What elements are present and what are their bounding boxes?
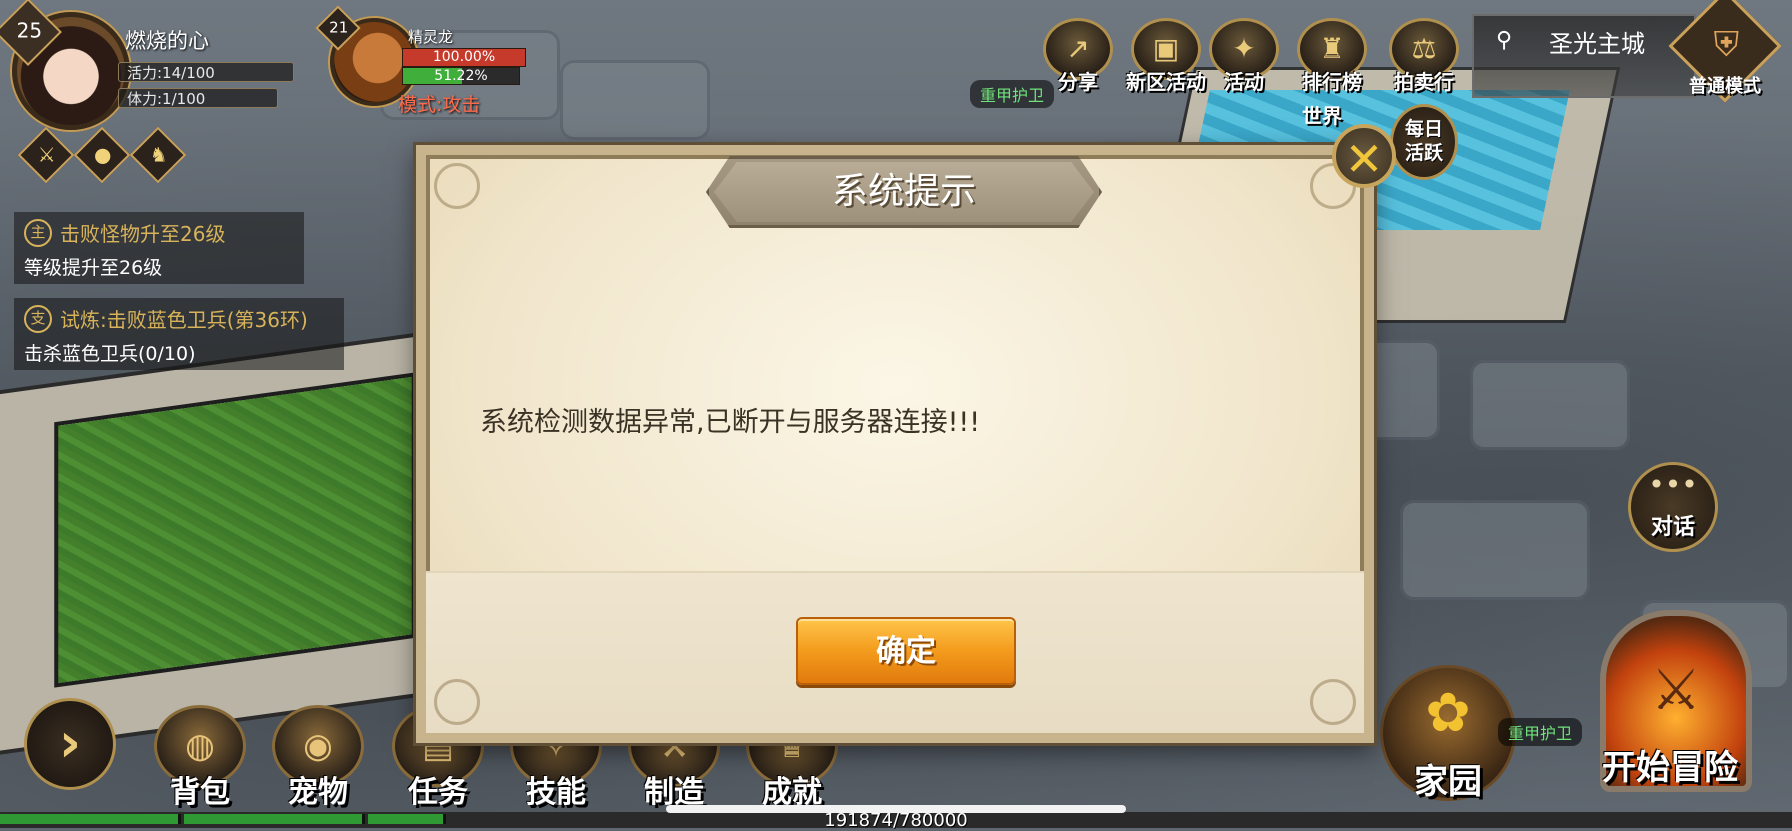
chevron-right-icon: ›	[58, 711, 82, 774]
events-button[interactable]: ✦ 活动	[1208, 18, 1280, 95]
vitality-bar: 活力:14/100	[118, 62, 294, 82]
expand-menu-button[interactable]: ›	[24, 698, 116, 790]
ranking-label: 排行榜	[1302, 70, 1362, 94]
new-server-event-button[interactable]: ▣ 新区活动	[1124, 18, 1208, 95]
difficulty-mode-button[interactable]: ⛨ 普通模式	[1668, 0, 1782, 104]
daily-activity-label-1: 每日	[1404, 118, 1443, 140]
daily-activity-label-2: 活跃	[1404, 142, 1443, 164]
location-name: 圣光主城	[1549, 30, 1645, 58]
home-label: 家园	[1414, 762, 1482, 802]
pet-level: 21	[329, 18, 349, 37]
confirm-button[interactable]: 确定	[796, 617, 1016, 685]
share-button[interactable]: ↗ 分享	[1042, 18, 1114, 95]
auction-label: 拍卖行	[1394, 70, 1454, 94]
player-name: 燃烧的心	[125, 29, 209, 53]
new-server-event-label: 新区活动	[1126, 70, 1206, 94]
auction-button[interactable]: ⚖ 拍卖行	[1388, 18, 1460, 95]
player-level: 25	[16, 18, 43, 43]
close-icon: ✕	[1344, 132, 1384, 186]
task-label: 任务	[408, 775, 468, 810]
ranking-button[interactable]: ♜ 排行榜	[1296, 18, 1368, 95]
difficulty-mode-label: 普通模式	[1689, 76, 1761, 97]
bag-button[interactable]: ◍ 背包	[148, 705, 252, 811]
paving-stone	[560, 60, 710, 140]
pet-xp-text: 51.22%	[434, 68, 488, 84]
dialog-message: 系统检测数据异常,已断开与服务器连接!!!	[480, 407, 981, 438]
world-button[interactable]: 世界	[1302, 100, 1342, 129]
ornament-icon	[434, 163, 480, 209]
home-indicator[interactable]	[666, 805, 1126, 813]
quest-branch-tag: 支	[24, 304, 52, 333]
paving-stone	[1470, 360, 1630, 450]
location-pin-icon: ⚲	[1496, 28, 1513, 53]
events-label: 活动	[1224, 70, 1264, 94]
daily-activity-button[interactable]: 每日 活跃	[1390, 104, 1458, 180]
pet-menu-label: 宠物	[288, 775, 348, 810]
home-button[interactable]: ✿ 家园	[1380, 665, 1516, 802]
location-panel[interactable]: ⚲ 圣光主城	[1472, 14, 1696, 98]
chat-label: 对话	[1650, 515, 1695, 540]
start-adventure-label: 开始冒险	[1602, 748, 1738, 788]
start-adventure-button[interactable]: ⚔ 开始冒险	[1580, 590, 1760, 800]
quest-main-desc: 等级提升至26级	[24, 257, 163, 279]
quest-branch-title: 试炼:击败蓝色卫兵(第36环)	[60, 308, 308, 332]
stamina-bar: 体力:1/100	[118, 88, 278, 108]
grass-planter	[58, 376, 412, 684]
paving-stone	[1400, 500, 1590, 600]
chat-button[interactable]: ••• 对话	[1628, 462, 1718, 552]
quest-main-tag: 主	[24, 218, 52, 247]
share-label: 分享	[1058, 70, 1098, 94]
pet-mode[interactable]: 模式:攻击	[398, 90, 480, 117]
quest-branch-desc: 击杀蓝色卫兵(0/10)	[24, 343, 196, 365]
dialog-title: 系统提示	[831, 171, 976, 212]
pet-hp-bar: 100.00%	[402, 48, 526, 67]
sunflower-icon: ✿	[1425, 681, 1471, 744]
speech-bubble-icon: •••	[1648, 468, 1698, 501]
pet-menu-button[interactable]: ◉ 宠物	[266, 705, 370, 811]
skill-label: 技能	[526, 775, 586, 810]
quest-main-title: 击败怪物升至26级	[60, 222, 226, 246]
ornament-icon	[434, 679, 480, 725]
experience-bar: 191874/780000	[0, 810, 1792, 831]
ornament-icon	[1310, 679, 1356, 725]
quest-main[interactable]: 主击败怪物升至26级 等级提升至26级	[14, 212, 304, 284]
pet-xp-bar: 51.22%	[402, 67, 520, 85]
quest-branch[interactable]: 支试炼:击败蓝色卫兵(第36环) 击杀蓝色卫兵(0/10)	[14, 298, 344, 370]
close-button[interactable]: ✕	[1332, 124, 1396, 188]
pet-name: 精灵龙	[408, 28, 454, 46]
bag-label: 背包	[170, 775, 230, 810]
